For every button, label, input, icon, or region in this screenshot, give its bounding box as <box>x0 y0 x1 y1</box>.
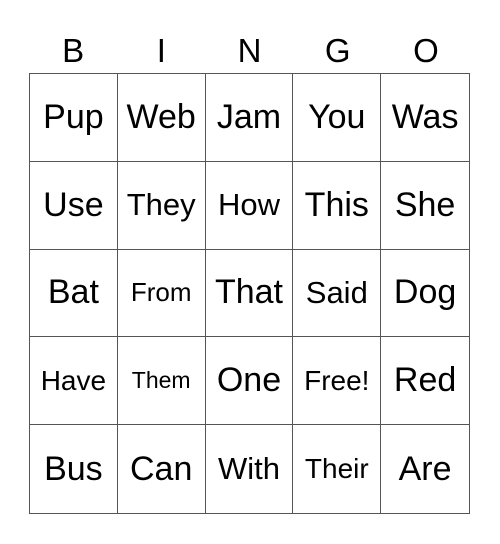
bingo-cell[interactable]: Their <box>293 425 382 513</box>
bingo-cell[interactable]: That <box>205 249 294 338</box>
bingo-cell[interactable]: Web <box>117 74 206 162</box>
bingo-cell[interactable]: This <box>293 161 382 250</box>
bingo-cell[interactable]: How <box>205 161 294 250</box>
header-letter-i: I <box>156 32 166 69</box>
bingo-cell[interactable]: They <box>117 161 206 250</box>
bingo-cell[interactable]: Said <box>293 249 382 338</box>
bingo-cell[interactable]: Dog <box>381 250 469 338</box>
bingo-cell[interactable]: Jam <box>205 74 294 162</box>
header-letter-g: G <box>324 32 351 69</box>
bingo-cell[interactable]: She <box>381 162 469 250</box>
bingo-cell[interactable]: Have <box>30 337 118 426</box>
bingo-cell[interactable]: Pup <box>30 74 118 162</box>
bingo-cell[interactable]: One <box>205 337 294 426</box>
bingo-cell[interactable]: Bat <box>30 249 118 338</box>
bingo-cell[interactable]: Can <box>118 425 206 513</box>
bingo-cell[interactable]: From <box>117 249 206 338</box>
bingo-cell[interactable]: With <box>206 425 294 513</box>
header-letter-o: O <box>413 32 439 69</box>
bingo-cell[interactable]: You <box>293 74 382 162</box>
bingo-cell[interactable]: Are <box>381 425 469 513</box>
bingo-header: B I N G O <box>29 30 470 72</box>
bingo-cell[interactable]: Use <box>30 161 118 250</box>
bingo-cell[interactable]: Red <box>381 337 469 426</box>
bingo-cell[interactable]: Bus <box>30 425 118 513</box>
bingo-grid: Pup Web Jam You Was Use They How This Sh… <box>29 73 470 514</box>
bingo-cell[interactable]: Was <box>381 74 469 162</box>
free-space-cell[interactable]: Free! <box>293 337 382 426</box>
header-letter-n: N <box>237 32 262 69</box>
header-letter-b: B <box>62 32 85 69</box>
bingo-cell[interactable]: Them <box>117 337 206 426</box>
